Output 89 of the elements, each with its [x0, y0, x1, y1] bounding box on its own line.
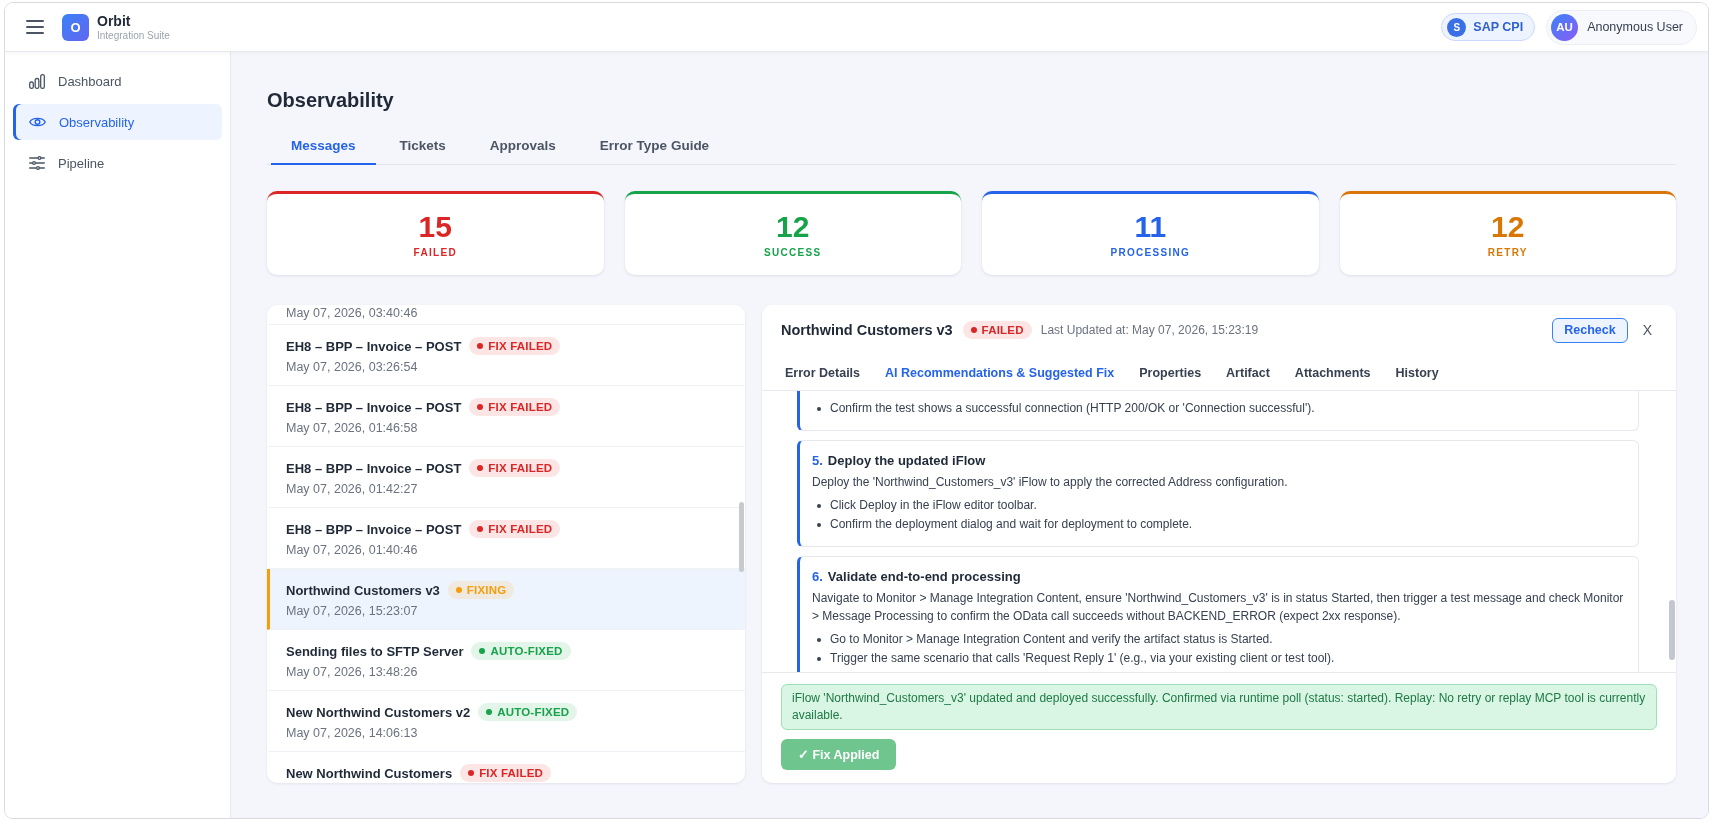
- message-row[interactable]: EH8 – BPP – Invoice – POST FIX FAILED May 07, 2026, 01:46:58: [267, 386, 745, 447]
- detail-title: Northwind Customers v3: [781, 322, 953, 338]
- step-title: Validate end-to-end processing: [827, 568, 1021, 586]
- bullet-icon: [817, 656, 821, 661]
- status-label: FIX FAILED: [488, 401, 553, 413]
- message-row[interactable]: EH8 – BPP – Invoice – POST FIX FAILED May 07, 2026, 03:26:54: [267, 325, 745, 386]
- message-name: Northwind Customers v3: [286, 582, 440, 598]
- message-timestamp: May 07, 2026, 14:06:13: [286, 725, 419, 742]
- detail-tab[interactable]: Properties: [1139, 355, 1202, 390]
- status-label: FIX FAILED: [488, 462, 553, 474]
- message-timestamp: May 07, 2026, 01:46:58: [286, 420, 419, 437]
- message-name: New Northwind Customers: [286, 765, 453, 781]
- message-timestamp: May 07, 2026, 01:42:27: [286, 481, 419, 498]
- status-label: FIX FAILED: [488, 523, 553, 535]
- message-name: EH8 – BPP – Invoice – POST: [286, 399, 462, 415]
- stat-value: 15: [418, 210, 452, 243]
- message-name: Sending files to SFTP Server: [286, 643, 464, 659]
- stat-value: 12: [1491, 210, 1525, 243]
- page-tab[interactable]: Error Type Guide: [579, 128, 730, 165]
- sidebar-item[interactable]: Pipeline: [13, 145, 222, 181]
- step-number: 6.: [812, 568, 823, 586]
- step-bullet-text: Go to Monitor > Manage Integration Content and verify the artifact status is Started.: [830, 631, 1273, 648]
- sliders-icon: [29, 156, 45, 170]
- close-button[interactable]: X: [1639, 322, 1655, 338]
- bullet-icon: [817, 637, 821, 642]
- message-timestamp: May 07, 2026, 03:26:54: [286, 359, 419, 376]
- bullet-icon: [817, 406, 821, 411]
- step-bullet-text: Trigger the same scenario that calls 'Request Reply 1' (e.g., via your existing client or test tool).: [830, 650, 1335, 667]
- step-description: Deploy the 'Northwind_Customers_v3' iFlow to apply the corrected Address configuration.: [812, 474, 1289, 491]
- stat-value: 11: [1134, 210, 1167, 243]
- status-label: AUTO-FIXED: [497, 706, 570, 718]
- sidebar-item[interactable]: Observability: [13, 104, 222, 140]
- recheck-button[interactable]: Recheck: [1552, 317, 1628, 343]
- step-title: Deploy the updated iFlow: [827, 452, 986, 470]
- message-row[interactable]: Sending files to SFTP Server AUTO-FIXED May 07, 2026, 13:48:26: [267, 630, 745, 691]
- bar-chart-icon: [29, 73, 45, 89]
- message-timestamp: May 07, 2026, 15:23:07: [286, 603, 419, 620]
- page-tab[interactable]: Tickets: [379, 128, 466, 165]
- stat-label: RETRY: [1487, 245, 1528, 259]
- success-message: iFlow 'Northwind_Customers_v3' updated and deployed successfully. Confirmed via runtime poll (status: started). Replay: No retry or replay MCP tool is currently available.: [781, 684, 1657, 730]
- status-label: FIX FAILED: [479, 767, 544, 779]
- status-label: AUTO-FIXED: [490, 645, 563, 657]
- system-selector[interactable]: S SAP CPI: [1441, 13, 1536, 41]
- system-avatar: S: [1447, 17, 1467, 37]
- message-row[interactable]: Northwind Customers v3 FIXING May 07, 2026, 15:23:07: [267, 569, 745, 630]
- detail-tab[interactable]: AI Recommendations & Suggested Fix: [885, 355, 1115, 390]
- app-name: Orbit: [97, 12, 132, 29]
- message-row[interactable]: New Northwind Customers v2 AUTO-FIXED May 07, 2026, 14:06:13: [267, 691, 745, 752]
- step-number: 5.: [812, 452, 823, 470]
- stat-value: 12: [776, 210, 810, 243]
- sidebar-item[interactable]: Dashboard: [13, 63, 222, 99]
- status-label: FIXING: [466, 584, 507, 596]
- page-tab[interactable]: Messages: [271, 128, 376, 165]
- detail-tab[interactable]: Error Details: [785, 355, 861, 390]
- detail-tab[interactable]: Artifact: [1226, 355, 1270, 390]
- detail-tab[interactable]: History: [1395, 355, 1439, 390]
- step-bullet-text: Click Deploy in the iFlow editor toolbar.: [830, 497, 1037, 514]
- scrollbar-thumb[interactable]: [739, 502, 744, 572]
- stat-label: SUCCESS: [764, 245, 822, 259]
- status-label: FAILED: [981, 324, 1024, 336]
- status-label: FIX FAILED: [488, 340, 553, 352]
- message-row[interactable]: EH8 – BPP – Invoice – POST FIX FAILED May 07, 2026, 01:42:27: [267, 447, 745, 508]
- user-menu[interactable]: AU Anonymous User: [1546, 9, 1697, 45]
- step-bullet-text: Confirm the test shows a successful connection (HTTP 200/OK or 'Connection successful').: [830, 400, 1315, 417]
- stat-label: FAILED: [413, 245, 457, 259]
- message-row[interactable]: May 07, 2026, 03:40:46: [267, 305, 745, 325]
- step-description: Navigate to Monitor > Manage Integration Content, ensure 'Northwind_Customers_v3' is in status Started, then trigger a test message and check Monitor > Message Processing to confirm the OData call succeeds without BACKEND_ERROR (expect 2xx response).: [812, 590, 1624, 625]
- eye-icon: [29, 116, 46, 128]
- message-timestamp: May 07, 2026, 01:40:46: [286, 542, 419, 559]
- message-name: EH8 – BPP – Invoice – POST: [286, 460, 462, 476]
- page-title: Observability: [267, 88, 395, 112]
- message-name: New Northwind Customers v2: [286, 704, 471, 720]
- message-row[interactable]: New Northwind Customers FIX FAILED: [267, 752, 745, 783]
- message-timestamp: May 07, 2026, 03:40:46: [286, 305, 419, 322]
- scrollbar-thumb[interactable]: [1669, 600, 1675, 660]
- menu-icon[interactable]: [26, 20, 44, 34]
- app-logo: O: [62, 13, 89, 41]
- detail-tab[interactable]: Attachments: [1294, 355, 1371, 390]
- user-avatar: AU: [1551, 13, 1579, 41]
- message-name: EH8 – BPP – Invoice – POST: [286, 521, 462, 537]
- app-subtitle: Integration Suite: [97, 28, 170, 42]
- step-bullet-text: Confirm the deployment dialog and wait for deployment to complete.: [830, 516, 1193, 533]
- message-timestamp: May 07, 2026, 13:48:26: [286, 664, 419, 681]
- bullet-icon: [817, 522, 821, 527]
- last-updated-text: Last Updated at: May 07, 2026, 15:23:19: [1040, 323, 1259, 337]
- bullet-icon: [817, 503, 821, 508]
- stat-label: PROCESSING: [1110, 245, 1191, 259]
- page-tab[interactable]: Approvals: [469, 128, 576, 165]
- message-name: EH8 – BPP – Invoice – POST: [286, 338, 462, 354]
